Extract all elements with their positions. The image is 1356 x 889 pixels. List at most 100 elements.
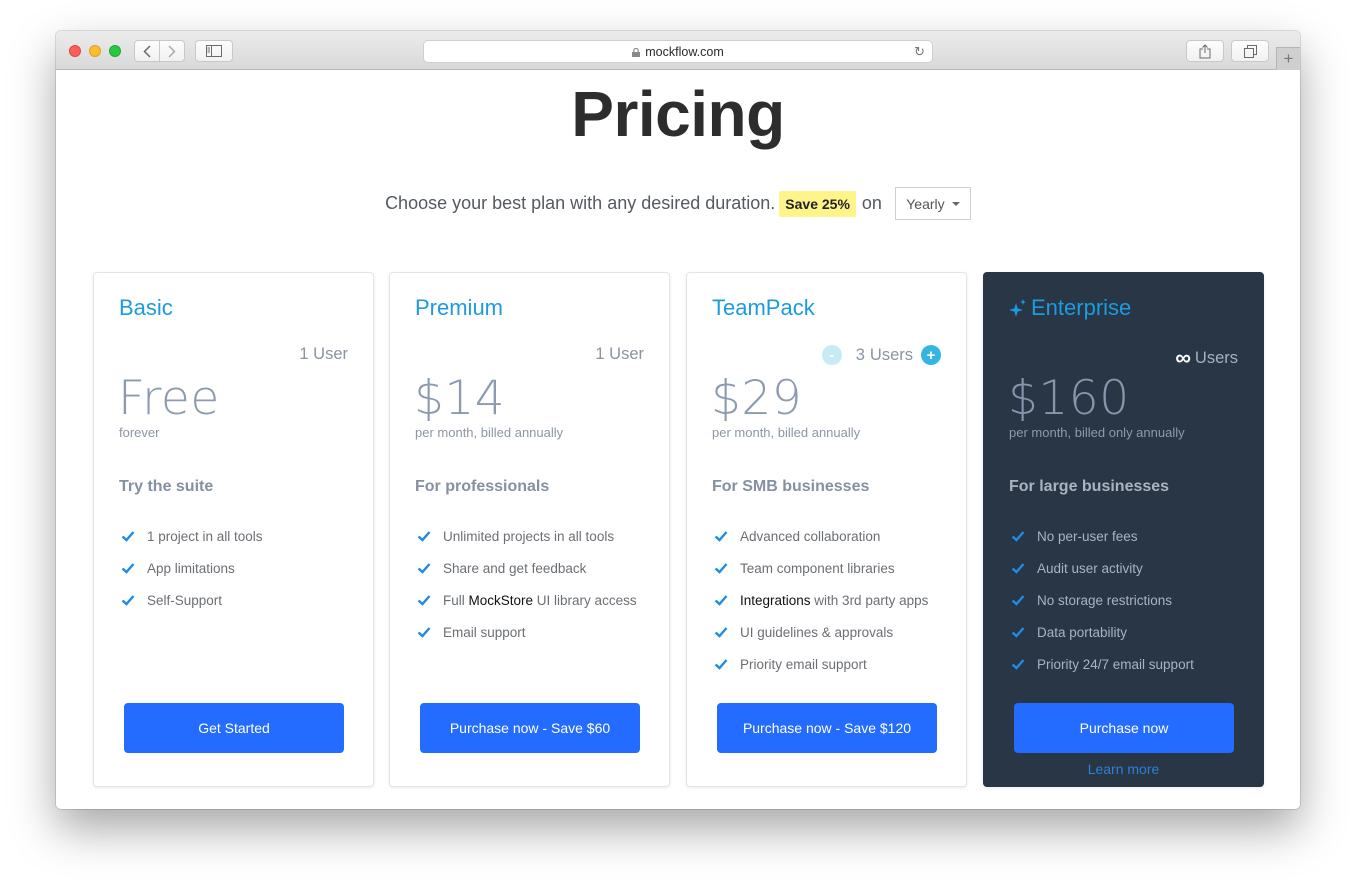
plan-tagline: Try the suite: [119, 478, 214, 495]
plan-card-basic: Basic 1 User Free forever Try the suite …: [93, 272, 374, 787]
plan-name: Enterprise: [1009, 295, 1131, 321]
url-text: mockflow.com: [645, 44, 724, 59]
plan-price-note: per month, billed annually: [712, 425, 861, 440]
feature-text: Email support: [443, 624, 526, 640]
feature-list: 1 project in all tools App limitations S…: [121, 520, 263, 616]
plan-price: $160: [1008, 371, 1130, 426]
check-icon: [121, 531, 135, 542]
back-button[interactable]: [134, 40, 160, 62]
feature-text: Data portability: [1037, 624, 1128, 640]
share-button[interactable]: [1186, 40, 1224, 62]
feature-item: Full MockStore UI library access: [417, 584, 637, 616]
feature-text: Priority 24/7 email support: [1037, 656, 1194, 672]
close-window-button[interactable]: [69, 45, 81, 57]
feature-text: 1 project in all tools: [147, 528, 263, 544]
plan-card-premium: Premium 1 User $14 per month, billed ann…: [389, 272, 670, 787]
address-bar[interactable]: mockflow.com ↻: [423, 40, 933, 63]
users-label: Users: [1194, 348, 1238, 367]
feature-item: Share and get feedback: [417, 552, 637, 584]
check-icon: [417, 595, 431, 606]
check-icon: [1011, 627, 1025, 638]
feature-text-post: with 3rd party apps: [810, 592, 929, 608]
share-icon: [1199, 43, 1211, 58]
purchase-premium-button[interactable]: Purchase now - Save $60: [420, 703, 640, 753]
users-label: 1 User: [595, 345, 644, 363]
sidebar-toggle-button[interactable]: [195, 40, 233, 62]
feature-item: No storage restrictions: [1011, 584, 1194, 616]
check-icon: [1011, 595, 1025, 606]
reload-icon[interactable]: ↻: [914, 44, 925, 60]
duration-row: Choose your best plan with any desired d…: [56, 187, 1300, 220]
feature-text: Priority email support: [740, 656, 867, 672]
plan-name: Basic: [119, 295, 173, 320]
feature-item: Advanced collaboration: [714, 520, 928, 552]
users-count: 3: [855, 345, 865, 364]
plan-price: Free: [118, 371, 220, 426]
check-icon: [121, 595, 135, 606]
purchase-enterprise-button[interactable]: Purchase now: [1014, 703, 1234, 753]
forward-button[interactable]: [159, 40, 185, 62]
page-title: Pricing: [571, 78, 785, 150]
feature-item: App limitations: [121, 552, 263, 584]
lock-icon: [632, 48, 641, 57]
sidebar-icon: [206, 45, 222, 57]
feature-text: Integrations with 3rd party apps: [740, 593, 928, 608]
feature-item: No per-user fees: [1011, 520, 1194, 552]
check-icon: [714, 627, 728, 638]
plan-tagline: For SMB businesses: [712, 478, 870, 495]
sparkle-icon: [1009, 299, 1026, 317]
chevron-right-icon: [168, 44, 176, 58]
plan-price: $14: [414, 371, 506, 426]
new-tab-button[interactable]: +: [1276, 47, 1300, 70]
show-tabs-button[interactable]: [1231, 40, 1269, 62]
caret-down-icon: [951, 201, 960, 206]
plan-name: Premium: [415, 295, 504, 320]
feature-text-post: UI library access: [533, 592, 637, 608]
feature-text: Self-Support: [147, 592, 223, 608]
feature-item: Integrations with 3rd party apps: [714, 584, 928, 616]
save-badge: Save 25%: [779, 190, 856, 217]
minimize-window-button[interactable]: [89, 45, 101, 57]
check-icon: [714, 563, 728, 574]
plan-price-note: per month, billed annually: [415, 425, 564, 440]
feature-item: Data portability: [1011, 616, 1194, 648]
zoom-window-button[interactable]: [109, 45, 121, 57]
feature-text: Full MockStore UI library access: [443, 593, 637, 608]
users-label: Users: [869, 345, 913, 364]
increase-users-button[interactable]: +: [921, 345, 941, 365]
plan-name-text: Enterprise: [1031, 295, 1132, 320]
check-icon: [714, 659, 728, 670]
user-stepper: - 3 Users +: [821, 345, 941, 365]
mockstore-link[interactable]: MockStore: [469, 593, 534, 608]
plan-card-teampack: TeamPack - 3 Users + $29 per month, bill…: [686, 272, 967, 787]
chevron-left-icon: [143, 44, 151, 58]
check-icon: [1011, 531, 1025, 542]
feature-text: Unlimited projects in all tools: [443, 528, 615, 544]
check-icon: [121, 563, 135, 574]
check-icon: [714, 595, 728, 606]
feature-text: UI guidelines & approvals: [740, 624, 894, 640]
purchase-teampack-button[interactable]: Purchase now - Save $120: [717, 703, 937, 753]
feature-item: Priority email support: [714, 648, 928, 680]
infinity-icon: ∞: [1175, 345, 1191, 370]
feature-list: No per-user fees Audit user activity No …: [1011, 520, 1194, 680]
integrations-link[interactable]: Integrations: [740, 593, 811, 608]
get-started-button[interactable]: Get Started: [124, 703, 344, 753]
duration-selected-value: Yearly: [906, 195, 945, 212]
feature-text: No storage restrictions: [1037, 592, 1173, 608]
plan-price: $29: [711, 371, 803, 426]
decrease-users-button[interactable]: -: [821, 345, 842, 365]
learn-more-link[interactable]: Learn more: [984, 761, 1263, 777]
feature-item: Email support: [417, 616, 637, 648]
subtitle-text: Choose your best plan with any desired d…: [385, 193, 776, 213]
feature-item: UI guidelines & approvals: [714, 616, 928, 648]
duration-select[interactable]: Yearly: [894, 187, 971, 220]
check-icon: [1011, 659, 1025, 670]
plan-users: 1 User: [299, 345, 348, 364]
feature-item: Unlimited projects in all tools: [417, 520, 637, 552]
on-label: on: [861, 193, 882, 213]
browser-toolbar: mockflow.com ↻ +: [56, 31, 1300, 70]
plan-tagline: For large businesses: [1009, 478, 1170, 495]
feature-text: Audit user activity: [1037, 560, 1143, 576]
feature-text: Advanced collaboration: [740, 528, 881, 544]
